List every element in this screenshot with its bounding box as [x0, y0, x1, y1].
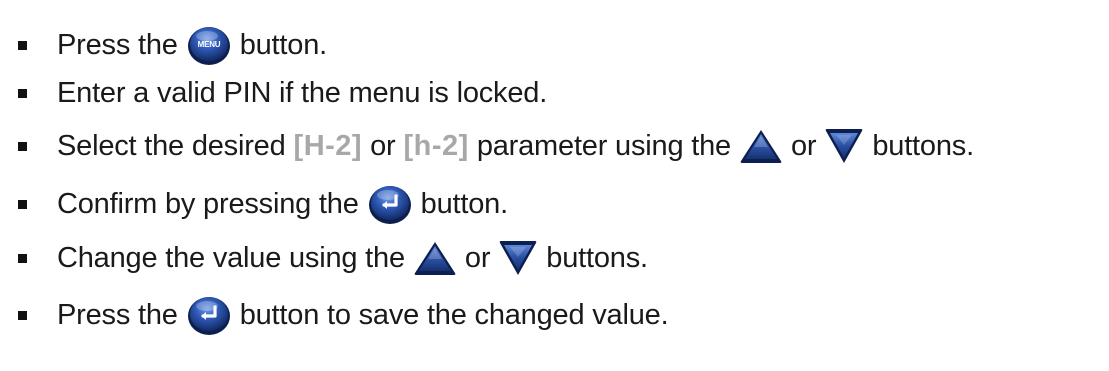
up-triangle-icon: [413, 240, 457, 276]
list-item: Press the MENU button.: [0, 20, 1109, 70]
bullet-icon: [18, 141, 27, 151]
list-item: Select the desired [H-2] or [h-2] parame…: [0, 121, 1109, 171]
enter-button-icon: [367, 183, 413, 225]
list-item: Change the value using the or buttons.: [0, 233, 1109, 283]
step-text-or: or: [464, 242, 491, 274]
step-text-after: button to save the changed value.: [239, 299, 669, 331]
bullet-icon: [18, 40, 27, 50]
down-triangle-icon: [498, 239, 538, 277]
bullet-icon: [18, 88, 27, 98]
step-text-or: or: [790, 130, 817, 162]
list-item: Enter a valid PIN if the menu is locked.: [0, 68, 1109, 118]
list-item-text: Enter a valid PIN if the menu is locked.: [57, 68, 547, 118]
list-item-text: Change the value using the or buttons.: [57, 233, 648, 283]
list-item: Press the button to save the changed val…: [0, 290, 1109, 340]
step-text-before: Press the: [57, 29, 178, 61]
step-text-before: Change the value using the: [57, 242, 405, 274]
step-text: Enter a valid PIN if the menu is locked.: [57, 77, 548, 109]
step-text-after: buttons.: [546, 242, 648, 274]
step-text-after: buttons.: [872, 130, 974, 162]
bullet-icon: [18, 253, 27, 263]
enter-button-icon: [186, 294, 232, 336]
list-item-text: Confirm by pressing the button.: [57, 179, 508, 229]
step-text-before: Select the desired: [57, 130, 286, 162]
parameter-code: [h-2]: [403, 130, 469, 162]
instruction-list: Press the MENU button. Enter a valid PIN…: [0, 0, 1109, 371]
bullet-icon: [18, 310, 27, 320]
list-item-text: Press the MENU button.: [57, 20, 327, 70]
menu-button-icon: MENU: [186, 24, 232, 66]
menu-button-label: MENU: [197, 40, 220, 49]
up-triangle-icon: [739, 128, 783, 164]
list-item: Confirm by pressing the button.: [0, 179, 1109, 229]
step-text-before: Press the: [57, 299, 178, 331]
step-text-before: Confirm by pressing the: [57, 188, 359, 220]
step-text-mid: parameter using the: [476, 130, 731, 162]
down-triangle-icon: [824, 127, 864, 165]
step-text-after: button.: [420, 188, 508, 220]
list-item-text: Select the desired [H-2] or [h-2] parame…: [57, 121, 974, 171]
step-text-after: button.: [239, 29, 327, 61]
bullet-icon: [18, 199, 27, 209]
parameter-code: [H-2]: [293, 130, 363, 162]
step-text-or: or: [370, 130, 396, 162]
list-item-text: Press the button to save the changed val…: [57, 290, 669, 340]
